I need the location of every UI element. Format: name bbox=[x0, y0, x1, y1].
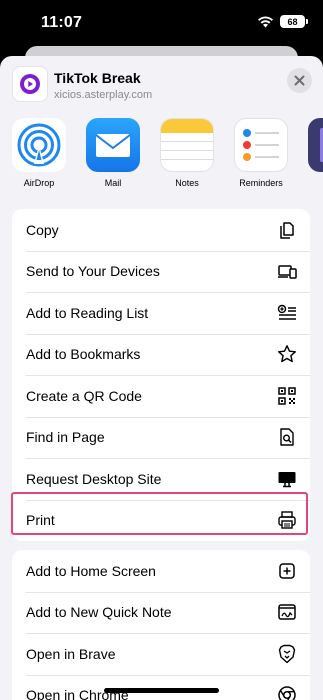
close-icon bbox=[294, 75, 305, 86]
app-icon bbox=[308, 118, 323, 172]
quick-note-icon bbox=[276, 601, 298, 623]
action-bookmarks[interactable]: Add to Bookmarks bbox=[12, 333, 310, 376]
page-title: TikTok Break bbox=[54, 70, 141, 86]
battery-icon: 68 bbox=[280, 15, 308, 28]
battery-level: 68 bbox=[287, 16, 298, 27]
site-icon bbox=[12, 66, 48, 102]
copy-icon bbox=[276, 219, 298, 241]
action-copy[interactable]: Copy bbox=[12, 209, 310, 251]
notes-icon bbox=[160, 118, 214, 172]
action-label: Add to New Quick Note bbox=[26, 604, 172, 621]
action-label: Request Desktop Site bbox=[26, 470, 162, 487]
app-partial[interactable]: J bbox=[305, 118, 323, 188]
action-label: Copy bbox=[26, 221, 59, 238]
tiktok-break-logo-icon bbox=[20, 74, 40, 94]
chrome-icon bbox=[276, 684, 298, 700]
airdrop-icon bbox=[12, 118, 66, 172]
reading-list-icon bbox=[276, 302, 298, 324]
brave-icon bbox=[276, 643, 298, 665]
action-print[interactable]: Print bbox=[12, 499, 310, 542]
desktop-icon bbox=[276, 468, 298, 490]
app-reminders[interactable]: Reminders bbox=[231, 118, 291, 188]
action-send-to-devices[interactable]: Send to Your Devices bbox=[12, 250, 310, 293]
action-qr-code[interactable]: Create a QR Code bbox=[12, 375, 310, 417]
action-label: Add to Home Screen bbox=[26, 562, 156, 579]
status-time: 11:07 bbox=[41, 14, 83, 31]
action-quick-note[interactable]: Add to New Quick Note bbox=[12, 591, 310, 634]
home-indicator bbox=[104, 688, 219, 693]
action-label: Add to Reading List bbox=[26, 304, 149, 321]
action-label: Open in Brave bbox=[26, 645, 116, 662]
share-header: TikTok Break xicios.asterplay.com bbox=[0, 56, 323, 108]
action-label: Send to Your Devices bbox=[26, 263, 160, 280]
action-group-secondary: Add to Home Screen Add to New Quick Note… bbox=[12, 550, 310, 700]
action-label: Find in Page bbox=[26, 429, 105, 446]
app-label: Reminders bbox=[239, 178, 283, 188]
app-notes[interactable]: Notes bbox=[157, 118, 217, 188]
action-label: Add to Bookmarks bbox=[26, 346, 141, 363]
action-label: Print bbox=[26, 512, 55, 529]
reminders-icon bbox=[234, 118, 288, 172]
star-icon bbox=[276, 343, 298, 365]
close-button[interactable] bbox=[287, 68, 312, 93]
app-label: J bbox=[305, 178, 323, 188]
mail-icon bbox=[86, 118, 140, 172]
devices-icon bbox=[276, 260, 298, 282]
app-label: AirDrop bbox=[23, 178, 55, 188]
app-airdrop[interactable]: AirDrop bbox=[9, 118, 69, 188]
share-sheet: TikTok Break xicios.asterplay.com AirDro… bbox=[0, 56, 323, 700]
printer-icon bbox=[276, 509, 298, 531]
find-in-page-icon bbox=[276, 426, 298, 448]
action-find-in-page[interactable]: Find in Page bbox=[12, 416, 310, 459]
action-add-to-home-screen[interactable]: Add to Home Screen bbox=[12, 550, 310, 592]
wifi-icon bbox=[258, 16, 273, 28]
action-open-in-brave[interactable]: Open in Brave bbox=[12, 633, 310, 675]
status-indicators: 68 bbox=[257, 15, 308, 28]
qr-code-icon bbox=[276, 385, 298, 407]
app-mail[interactable]: Mail bbox=[83, 118, 143, 188]
add-square-icon bbox=[276, 560, 298, 582]
action-group-primary: Copy Send to Your Devices Add to Reading… bbox=[12, 209, 310, 541]
action-label: Create a QR Code bbox=[26, 387, 142, 404]
status-bar: 11:07 68 bbox=[0, 0, 323, 46]
app-label: Notes bbox=[175, 178, 199, 188]
action-desktop-site[interactable]: Request Desktop Site bbox=[12, 458, 310, 500]
action-reading-list[interactable]: Add to Reading List bbox=[12, 292, 310, 334]
page-url: xicios.asterplay.com bbox=[54, 89, 153, 101]
share-apps-row: AirDrop Mail Notes Reminders bbox=[0, 118, 323, 194]
app-label: Mail bbox=[104, 178, 122, 188]
